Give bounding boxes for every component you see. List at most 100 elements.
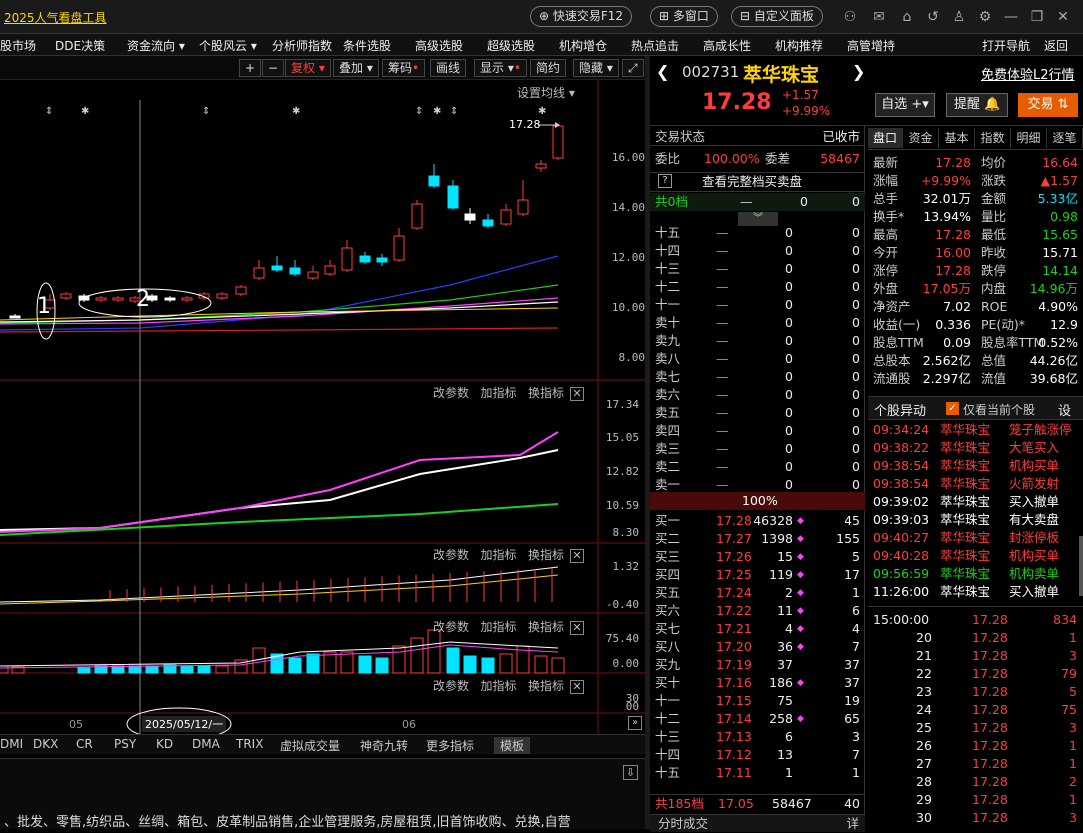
price-axis-label: 16.00 [611,151,645,164]
menu-item[interactable]: 机构增仓 [559,37,607,54]
draw-line-button[interactable]: 画线 [430,59,467,77]
zoom-out-button[interactable]: − [262,59,285,77]
tab-basic[interactable]: 基本 [939,128,975,148]
open-nav-button[interactable]: 打开导航 [982,37,1030,54]
close-icon: ✕ [569,549,584,563]
menu-item[interactable]: 高成长性 [703,37,751,54]
tab-ticks[interactable]: 逐笔 [1047,128,1083,148]
hide-button[interactable]: 隐藏 ▾ [573,59,619,77]
watchlist-button[interactable]: 自选 +▾ [875,93,935,117]
indicator-tab[interactable]: TRIX [236,737,263,751]
candle [181,296,193,302]
quick-trade-button[interactable]: ⊕ 快速交易F12 [530,6,633,27]
annotation-label: 2 [136,287,150,312]
scrollbar[interactable] [1079,536,1083,596]
app-title-link[interactable]: 2025人气看盘工具 [4,9,107,26]
sell-row: 十三 — 0 0 [655,261,860,276]
menu-item[interactable]: 超级选股 [487,37,535,54]
indicator-tab[interactable]: 神奇九转 [360,737,408,754]
movement-row[interactable]: 09:38:22 萃华珠宝 大笔买入 [868,439,1083,457]
title-bar: 2025人气看盘工具 ⊕ 快速交易F12 ⊞ 多窗口 ⊟ 自定义面板 ⚇ ✉ ⌂… [0,0,1083,34]
mail-icon[interactable]: ✉ [871,9,887,25]
menu-item[interactable]: 个股风云 ▾ [199,37,257,54]
ma-setting-link[interactable]: 改参数设置均线 ▾ [517,84,575,101]
multi-window-button[interactable]: ⊞ 多窗口 [650,6,718,27]
only-current-checkbox[interactable]: ✓ [946,402,959,415]
panel-tools[interactable]: 改参数 加指标 换指标 ✕ [433,677,584,694]
tab-index[interactable]: 指数 [975,128,1011,148]
volume-bar [551,657,565,674]
menu-item[interactable]: 股市场 [0,37,36,54]
l2-trial-link[interactable]: 免费体验L2行情 [981,64,1075,83]
ind-axis-label: 10.59 [605,499,639,512]
menu-item[interactable]: 高管增持 [847,37,895,54]
menu-item[interactable]: 高级选股 [415,37,463,54]
full-depth-link[interactable]: ? 查看完整档买卖盘 [650,172,865,192]
panel-tools[interactable]: 改参数 加指标 换指标 ✕ [433,384,584,401]
last-price-tag: 17.28 [509,118,541,131]
movement-row[interactable]: 09:38:54 萃华珠宝 火箭发射 [868,475,1083,493]
simple-button[interactable]: 简约 [530,59,567,77]
panel-tools[interactable]: 改参数 加指标 换指标 ✕ [433,546,584,563]
close-icon[interactable]: ✕ [1055,9,1071,25]
overlay-button[interactable]: 叠加 ▾ [333,59,379,77]
prev-stock-icon[interactable]: ❮ [656,62,669,81]
display-button[interactable]: 显示 ▾• [474,59,527,77]
x-axis-label: 05 [69,718,83,731]
movement-row[interactable]: 09:34:24 萃华珠宝 笼子触涨停 [868,421,1083,439]
indicator-tab[interactable]: DMI [0,737,23,751]
minimize-icon[interactable]: — [1003,9,1019,25]
tab-handicap[interactable]: 盘口 [868,128,903,148]
chips-button[interactable]: 筹码• [382,59,426,77]
movement-row[interactable]: 09:39:03 萃华珠宝 有大卖盘 [868,511,1083,529]
indicator-tab[interactable]: DKX [33,737,58,751]
menu-item[interactable]: 资金流向 ▾ [127,37,185,54]
sell-row: 卖八 — 0 0 [655,351,860,366]
menu-item[interactable]: 分析师指数 [272,37,332,54]
zoom-in-button[interactable]: + [239,59,262,77]
alert-button[interactable]: 提醒 🔔 [946,93,1008,117]
scroll-right-icon[interactable]: » [628,716,642,730]
trade-row: 24 17.28 75 [916,702,1077,717]
settings-icon[interactable]: ⚙ [977,9,993,25]
fullscreen-icon[interactable]: ⤢ [622,59,644,77]
movement-row[interactable]: 09:40:27 萃华珠宝 封涨停板 [868,529,1083,547]
movement-row[interactable]: 11:26:00 萃华珠宝 买入撤单 [868,583,1083,601]
panel-tools[interactable]: 改参数 加指标 换指标 ✕ [433,618,584,635]
indicator-tab[interactable]: CR [76,737,93,751]
movement-row[interactable]: 09:39:02 萃华珠宝 买入撤单 [868,493,1083,511]
custom-panel-button[interactable]: ⊟ 自定义面板 [731,6,823,27]
menu-item[interactable]: 热点追击 [631,37,679,54]
indicator-tab[interactable]: PSY [114,737,136,751]
menu-item[interactable]: DDE决策 [55,37,105,54]
indicator-tab[interactable]: 更多指标 [426,737,474,754]
user-icon[interactable]: ⚇ [842,9,858,25]
movement-row[interactable]: 09:40:28 萃华珠宝 机构买单 [868,547,1083,565]
tab-funds[interactable]: 资金 [903,128,939,148]
restore-icon[interactable]: ❐ [1029,9,1045,25]
home-icon[interactable]: ⌂ [899,9,915,25]
indicator-tab-template[interactable]: 模板 [494,737,531,754]
volume-bar [288,657,302,674]
indicator-tab[interactable]: KD [156,737,173,751]
quote-row: 最高 17.28 最低 15.65 [873,227,1078,242]
tick-trades-header[interactable]: 分时成交 详 [650,814,865,832]
movement-row[interactable]: 09:38:54 萃华珠宝 机构买单 [868,457,1083,475]
candle [60,292,72,300]
back-icon[interactable]: ↺ [925,9,941,25]
download-icon[interactable]: ⇩ [623,765,638,780]
back-button[interactable]: 返回 [1044,37,1068,54]
chart-canvas[interactable]: ⇕ ✱ ⇕ ✱ ⇕ ✱ ⇕ ✱ [0,80,646,734]
menu-item[interactable]: 条件选股 [343,37,391,54]
movements-settings-button[interactable]: 设 [1058,400,1071,419]
skin-icon[interactable]: ♙ [951,9,967,25]
trade-button[interactable]: 交易 ⇅ [1018,93,1078,117]
adjust-button[interactable]: 复权 ▾ [285,59,331,77]
candle [216,292,228,300]
tab-detail[interactable]: 明细 [1011,128,1047,148]
menu-item[interactable]: 机构推荐 [775,37,823,54]
next-stock-icon[interactable]: ❯ [852,62,865,81]
indicator-tab[interactable]: DMA [192,737,220,751]
movement-row[interactable]: 09:56:59 萃华珠宝 机构卖单 [868,565,1083,583]
indicator-tab[interactable]: 虚拟成交量 [280,737,340,754]
